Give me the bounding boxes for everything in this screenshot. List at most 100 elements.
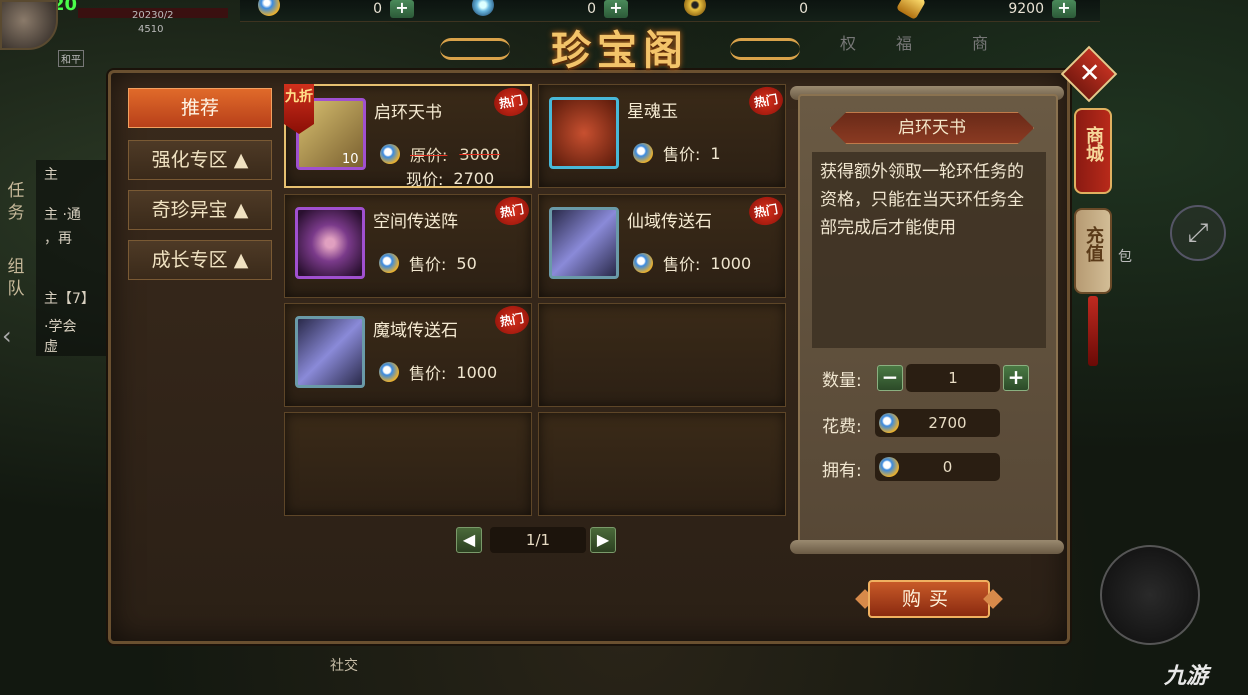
jade-coin-icon [879, 413, 899, 433]
shop-title: 珍宝阁 [551, 27, 689, 74]
shop-title-banner: 珍宝阁 [440, 18, 800, 80]
next-page-button[interactable]: ▶ [590, 527, 616, 553]
increase-quantity-button[interactable]: + [1003, 365, 1029, 391]
original-price-row: 原价: 3000 [380, 142, 500, 166]
cost-label: 花费: [822, 417, 862, 437]
quest-tracker[interactable]: 主 主 ·通 ，再 主【7】 ·学会 虚 [36, 160, 110, 356]
title-ornament-left [440, 38, 510, 60]
tab-recharge[interactable]: 充值 [1074, 208, 1112, 294]
jade-coin-icon [258, 0, 280, 16]
title-ornament-right [730, 38, 800, 60]
tab-recharge-label: 充值 [1083, 226, 1104, 262]
jade-coin-icon [379, 253, 399, 273]
currency-gold: 0 [684, 0, 816, 18]
bound-coin-icon [472, 0, 494, 16]
menu-growth-zone[interactable]: 成长专区 ▲ [128, 240, 272, 280]
peace-mode-badge[interactable]: 和平 [58, 50, 84, 67]
right-letter-1: 权 [840, 34, 857, 53]
watermark-logo: 九游 [1164, 664, 1209, 689]
hot-badge: 热门 [491, 85, 531, 119]
jade-coin-icon [633, 253, 653, 273]
close-icon: ✕ [1078, 58, 1101, 89]
menu-rare-treasures[interactable]: 奇珍异宝 ▲ [128, 190, 272, 230]
item-name: 启环天书 [374, 103, 442, 123]
tab-team[interactable]: 组队 [0, 256, 32, 300]
demon-teleport-stone-icon [295, 316, 365, 388]
page-indicator: 1/1 [490, 527, 586, 553]
tab-quests[interactable]: 任务 [0, 180, 32, 224]
jade-coin-icon [633, 143, 653, 163]
detail-title: 启环天书 [830, 112, 1034, 144]
star-jade-icon [549, 97, 619, 169]
scroll-rod-bottom [790, 540, 1064, 554]
bag-label: 包 [1118, 249, 1132, 265]
tassel-decoration [1088, 296, 1098, 366]
discount-badge: 九折 [284, 84, 314, 134]
item-description: 获得额外领取一轮环任务的资格，只能在当天环任务全部完成后才能使用 [812, 152, 1046, 348]
item-name: 仙域传送石 [627, 212, 712, 232]
hot-badge: 热门 [746, 194, 786, 228]
item-count: 10 [342, 152, 359, 167]
portal-array-icon [295, 207, 365, 279]
social-button[interactable]: 社交 [330, 655, 358, 675]
quest-line: 主 ·通 [44, 207, 81, 223]
item-name: 星魂玉 [627, 102, 678, 122]
mp-text: 4510 [138, 24, 164, 35]
jade-coin-icon [380, 144, 400, 164]
quest-line: 主【7】 [44, 291, 95, 307]
empty-slot [538, 412, 786, 516]
menu-enhance-zone[interactable]: 强化专区 ▲ [128, 140, 272, 180]
add-bound-button[interactable]: + [604, 0, 628, 18]
item-price: 1000 [456, 362, 498, 382]
item-price: 50 [456, 253, 477, 273]
tab-mall-label: 商城 [1083, 126, 1104, 162]
currency-jade: 0 + [258, 0, 414, 18]
price-row: 售价: 1000 [379, 360, 497, 384]
item-name: 空间传送阵 [373, 212, 458, 232]
price-row: 售价: 50 [379, 251, 477, 275]
player-avatar[interactable] [0, 0, 58, 50]
item-card[interactable]: 九折 10 启环天书 热门 原价: 3000 现价: 2700 [284, 84, 532, 189]
item-price: 2700 [453, 168, 495, 188]
item-card[interactable]: 仙域传送石 热门 售价: 1000 [538, 194, 786, 298]
hot-badge: 热门 [746, 84, 786, 118]
item-price: 1 [710, 143, 721, 163]
prev-page-button[interactable]: ◀ [456, 527, 482, 553]
attack-skill-button[interactable] [1100, 545, 1200, 645]
owned-value: 0 [942, 458, 953, 476]
cost-value: 2700 [928, 414, 967, 432]
menu-recommended[interactable]: 推荐 [128, 88, 272, 128]
add-ingot-button[interactable]: + [1052, 0, 1076, 18]
jade-coin-icon [879, 457, 899, 477]
price-row: 售价: 1 [633, 141, 721, 165]
owned-field: 0 [875, 453, 1000, 481]
fairy-teleport-stone-icon [549, 207, 619, 279]
cost-field: 2700 [875, 409, 1000, 437]
item-name: 魔域传送石 [373, 321, 458, 341]
tab-mall[interactable]: 商城 [1074, 108, 1112, 194]
item-card[interactable]: 魔域传送石 热门 售价: 1000 [284, 303, 532, 407]
quest-line: 主 [44, 167, 58, 183]
right-letter-2: 福 [896, 34, 913, 53]
fullscreen-icon[interactable]: ⤢ [1170, 205, 1226, 261]
jade-coin-icon [379, 362, 399, 382]
owned-label: 拥有: [822, 461, 862, 481]
buy-button[interactable]: 购买 [868, 580, 990, 618]
add-jade-button[interactable]: + [390, 0, 414, 18]
quantity-label: 数量: [822, 371, 862, 391]
currency-bound: 0 + [472, 0, 628, 18]
empty-slot [538, 303, 786, 407]
quest-line: 虚 [44, 339, 58, 355]
gold-coin-icon [684, 0, 706, 16]
quest-line: ，再 [44, 231, 72, 247]
collapse-arrow-icon[interactable]: ‹ [2, 322, 28, 352]
empty-slot [284, 412, 532, 516]
item-card[interactable]: 星魂玉 热门 售价: 1 [538, 84, 786, 188]
item-card[interactable]: 空间传送阵 热门 售价: 50 [284, 194, 532, 298]
decrease-quantity-button[interactable]: − [877, 365, 903, 391]
quest-line: ·学会 [44, 319, 77, 335]
currency-ingot: 9200 + [895, 0, 1076, 21]
hot-badge: 热门 [492, 194, 532, 228]
price-row: 售价: 1000 [633, 251, 751, 275]
quantity-input[interactable]: 1 [906, 364, 1000, 392]
